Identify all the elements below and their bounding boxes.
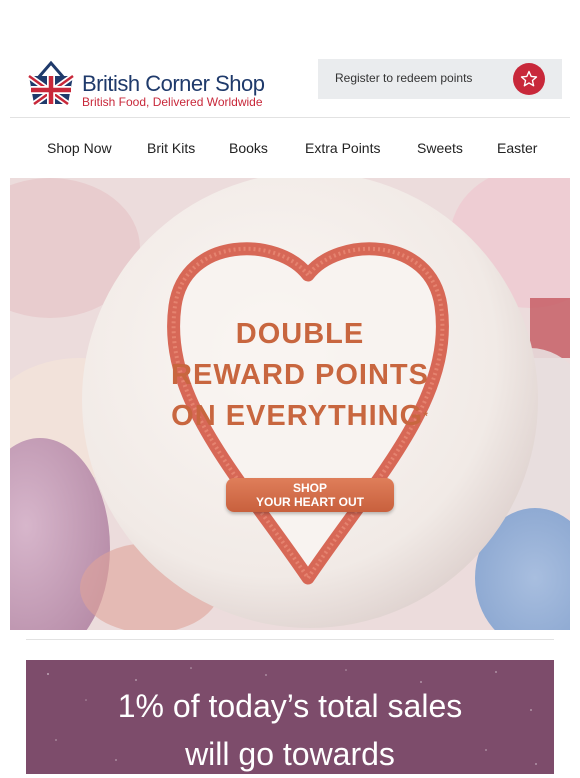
union-jack-basket-icon (27, 60, 75, 107)
charity-message: 1% of today’s total sales will go toward… (26, 682, 554, 778)
hero-headline: DOUBLE REWARD POINTS ON EVERYTHING* (150, 314, 450, 437)
brand-name: British Corner Shop (82, 71, 265, 96)
star-icon (520, 70, 538, 87)
shop-your-heart-out-button[interactable]: SHOP YOUR HEART OUT (226, 478, 394, 512)
hero-headline-line: REWARD POINTS (171, 359, 429, 391)
asterisk-mark: * (423, 409, 429, 423)
email-header: British Corner Shop British Food, Delive… (0, 0, 580, 118)
header-divider (10, 117, 570, 118)
nav-item-easter[interactable]: Easter (497, 140, 537, 156)
section-divider (26, 639, 554, 640)
charity-banner: 1% of today’s total sales will go toward… (26, 660, 554, 774)
brand-tagline: British Food, Delivered Worldwide (82, 95, 263, 109)
brand-logo[interactable]: British Corner Shop British Food, Delive… (26, 60, 286, 110)
cta-line: SHOP (292, 481, 327, 495)
nav-item-books[interactable]: Books (229, 140, 268, 156)
cta-line: YOUR HEART OUT (256, 495, 364, 509)
register-link[interactable]: Register to redeem points (335, 71, 472, 85)
favorites-button[interactable] (513, 63, 545, 95)
nav-item-sweets[interactable]: Sweets (417, 140, 463, 156)
charity-message-line: will go towards (185, 736, 395, 772)
nav-item-shop-now[interactable]: Shop Now (47, 140, 112, 156)
main-nav: Shop Now Brit Kits Books Extra Points Sw… (10, 128, 570, 168)
hero-headline-line: ON EVERYTHING* (150, 396, 450, 437)
hero-headline-line: DOUBLE (235, 318, 365, 350)
charity-message-line: 1% of today’s total sales (117, 688, 463, 724)
hero-headline-line-text: ON EVERYTHING (171, 400, 424, 432)
nav-item-extra-points[interactable]: Extra Points (305, 140, 380, 156)
hero-banner[interactable]: DOUBLE REWARD POINTS ON EVERYTHING* SHOP… (10, 178, 570, 630)
nav-item-brit-kits[interactable]: Brit Kits (147, 140, 195, 156)
register-box[interactable]: Register to redeem points (318, 59, 562, 99)
